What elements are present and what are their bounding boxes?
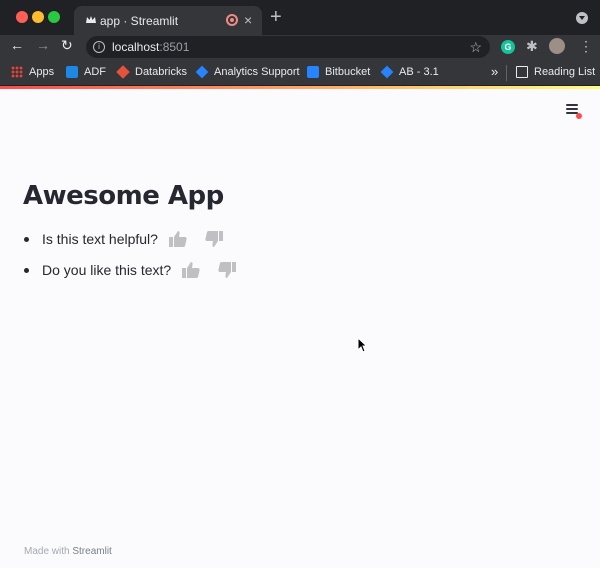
reading-list-label: Reading List	[534, 66, 596, 78]
apps-grid-icon	[11, 66, 23, 78]
jira-icon	[380, 65, 394, 79]
bookmark-label: Databricks	[135, 66, 187, 78]
bookmark-bitbucket[interactable]: Bitbucket	[307, 66, 370, 78]
thumbs-up-icon[interactable]	[181, 261, 201, 279]
tab-title: app · Streamlit	[100, 14, 179, 28]
bookmark-label: ADF	[84, 66, 106, 78]
recording-indicator-icon	[226, 14, 238, 26]
main-menu-hamburger-icon[interactable]	[566, 104, 582, 119]
reading-list-button[interactable]: Reading List	[516, 66, 595, 78]
bookmark-label: AB - 3.1	[399, 66, 439, 78]
url-port: :8501	[159, 40, 190, 54]
footer: Made with Streamlit	[24, 546, 112, 557]
question-text: Is this text helpful?	[42, 231, 158, 247]
address-bar[interactable]: i localhost:8501 ☆	[86, 36, 490, 58]
streamlit-app: Awesome App Is this text helpful? Do you…	[0, 89, 600, 568]
tab-close-icon[interactable]: ×	[244, 12, 252, 28]
bookmark-label: Bitbucket	[325, 66, 371, 78]
bookmarks-overflow-button[interactable]: »	[491, 64, 498, 79]
bullet-icon	[24, 236, 29, 242]
footer-prefix: Made with	[24, 546, 73, 557]
bookmark-label: Apps	[29, 66, 55, 78]
bookmark-databricks[interactable]: Databricks	[116, 65, 187, 79]
question-text: Do you like this text?	[42, 262, 172, 278]
browser-menu-icon[interactable]: ⋮	[579, 38, 593, 55]
profile-avatar[interactable]	[549, 38, 565, 54]
url-text[interactable]: localhost:8501	[112, 40, 189, 54]
bookmarks-bar: Apps ADF Databricks Analytics Support Bi…	[0, 60, 600, 86]
browser-titlebar: app · Streamlit × +	[0, 0, 600, 35]
bookmark-label: Analytics Support	[214, 66, 300, 78]
thumbs-down-icon[interactable]	[204, 230, 224, 248]
bookmarks-divider	[506, 65, 507, 81]
window-close-button[interactable]	[16, 11, 28, 23]
streamlit-link[interactable]: Streamlit	[72, 546, 111, 557]
page-title: Awesome App	[23, 181, 224, 211]
bitbucket-icon	[307, 66, 319, 78]
reload-button[interactable]: ↻	[61, 37, 73, 54]
bookmark-analytics-support[interactable]: Analytics Support	[195, 65, 300, 79]
tab-search-icon[interactable]	[576, 12, 588, 24]
site-info-icon[interactable]: i	[93, 41, 105, 53]
extensions-puzzle-icon[interactable]: ✱	[526, 38, 538, 55]
bookmark-star-icon[interactable]: ☆	[469, 39, 482, 56]
back-button[interactable]: ←	[10, 37, 24, 53]
browser-tab[interactable]: app · Streamlit ×	[74, 6, 262, 35]
list-item: Is this text helpful?	[24, 228, 240, 250]
bookmark-ab-3-1[interactable]: AB - 3.1	[380, 65, 439, 79]
reading-list-icon	[516, 66, 528, 78]
window-zoom-button[interactable]	[48, 11, 60, 23]
bullet-icon	[24, 267, 29, 273]
new-tab-button[interactable]: +	[270, 7, 282, 27]
mouse-cursor-icon	[357, 337, 367, 353]
bookmark-apps[interactable]: Apps	[11, 66, 54, 78]
grammarly-extension-icon[interactable]: G	[501, 40, 515, 54]
adf-icon	[66, 66, 78, 78]
notification-dot	[576, 113, 582, 119]
thumbs-down-icon[interactable]	[217, 261, 237, 279]
browser-toolbar: ← → ↻ i localhost:8501 ☆ G ✱ ⋮	[0, 35, 600, 60]
databricks-icon	[116, 65, 130, 79]
jira-icon	[195, 65, 209, 79]
thumbs-up-icon[interactable]	[168, 230, 188, 248]
list-item: Do you like this text?	[24, 259, 253, 281]
bookmark-adf[interactable]: ADF	[66, 66, 106, 78]
url-host: localhost	[112, 40, 160, 54]
window-minimize-button[interactable]	[32, 11, 44, 23]
forward-button[interactable]: →	[36, 37, 50, 53]
streamlit-crown-icon	[86, 16, 96, 23]
